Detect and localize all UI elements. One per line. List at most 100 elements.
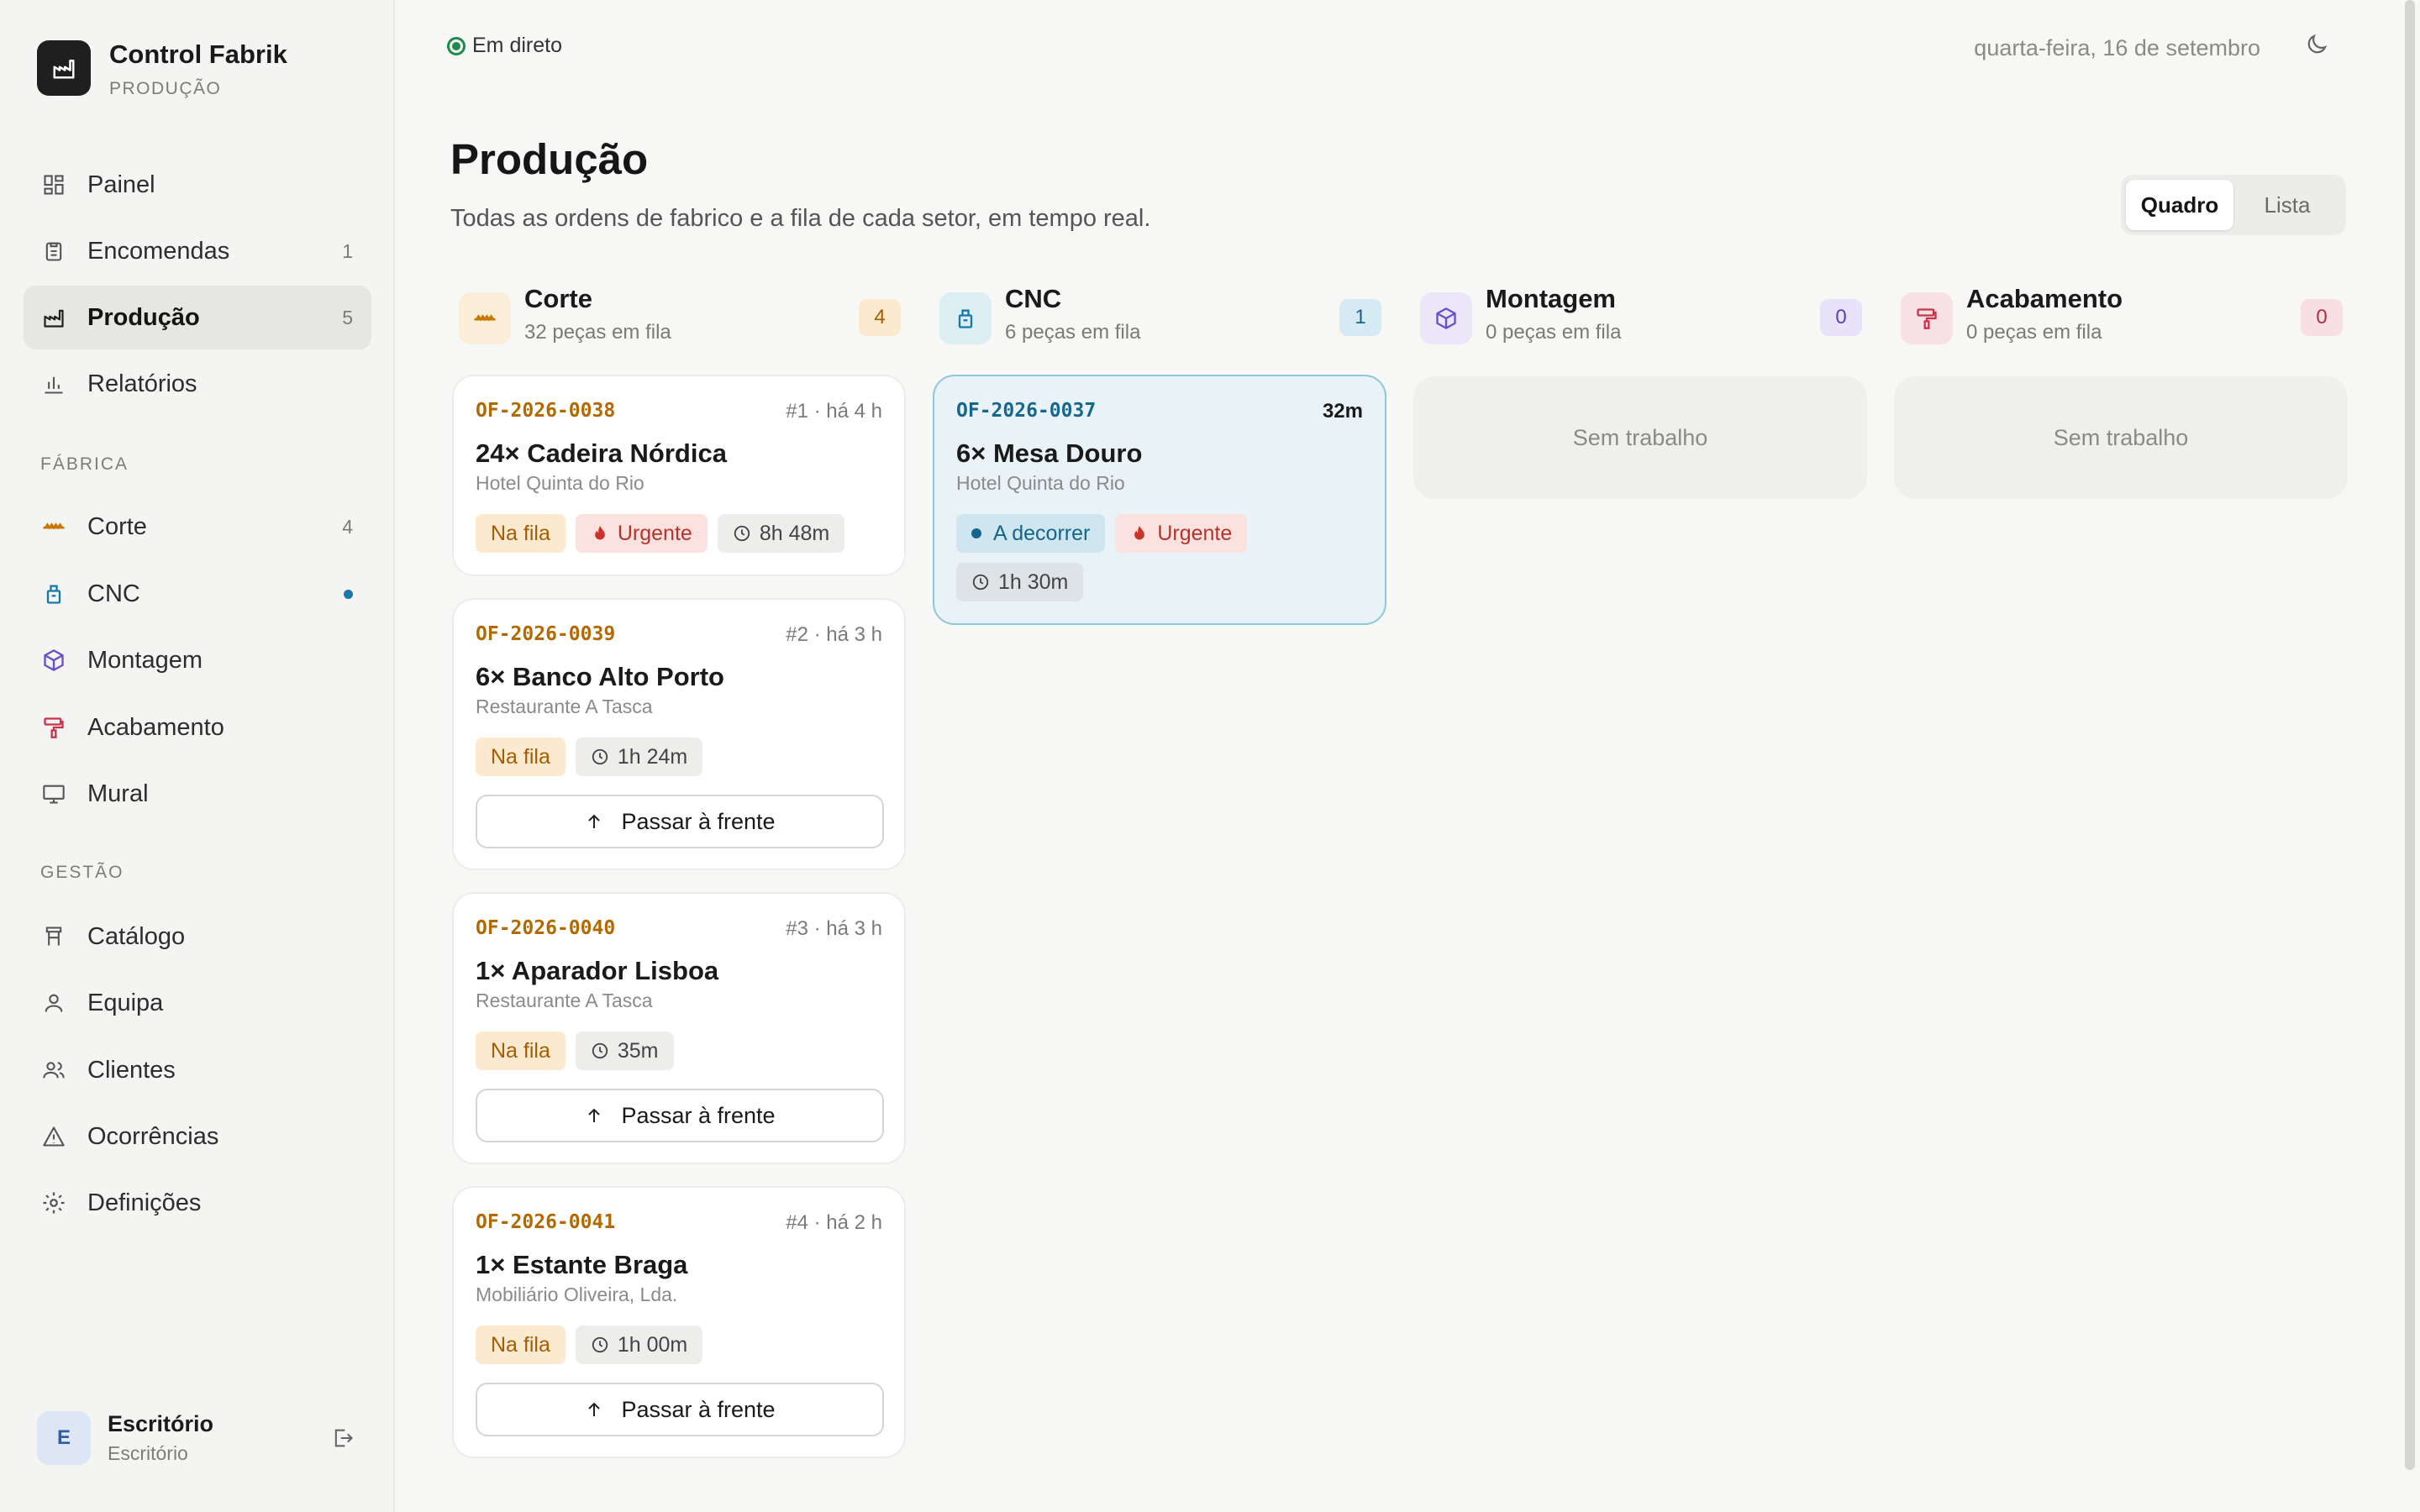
nav-item-equipa[interactable]: Equipa xyxy=(24,971,371,1035)
order-title: 24× Cadeira Nórdica xyxy=(476,438,727,468)
column-subtitle: 0 peças em fila xyxy=(1486,321,1622,344)
view-toggle: Quadro Lista xyxy=(2121,175,2346,235)
section-label-gestao: GESTÃO xyxy=(40,863,124,882)
nav-item-painel[interactable]: Painel xyxy=(24,153,371,217)
logout-icon[interactable] xyxy=(331,1426,356,1452)
nav-item-definicoes[interactable]: Definições xyxy=(24,1171,371,1235)
column-title: Acabamento xyxy=(1966,284,2123,313)
nav-label: Painel xyxy=(87,171,155,198)
nav-item-montagem[interactable]: Montagem xyxy=(24,628,371,692)
nav-count: 4 xyxy=(342,515,353,538)
status-badge: Na fila xyxy=(476,1032,566,1070)
arrow-up-icon xyxy=(584,811,604,832)
move-to-front-button[interactable]: Passar à frente xyxy=(476,1089,884,1142)
order-title: 1× Aparador Lisboa xyxy=(476,956,719,985)
move-to-front-button[interactable]: Passar à frente xyxy=(476,795,884,848)
clipboard-icon xyxy=(40,238,67,265)
app-subtitle: PRODUÇÃO xyxy=(109,79,222,98)
urgent-label: Urgente xyxy=(1157,521,1233,545)
time-label: 1h 00m xyxy=(617,1332,688,1357)
arrow-up-icon xyxy=(584,1399,604,1420)
arrow-up-icon xyxy=(584,1105,604,1126)
avatar: E xyxy=(37,1411,91,1465)
cnc-icon xyxy=(939,292,992,344)
catalog-icon xyxy=(40,923,67,950)
box-icon xyxy=(1420,292,1472,344)
order-meta: #2 · há 3 h xyxy=(786,623,882,646)
nav-item-encomendas[interactable]: Encomendas 1 xyxy=(24,219,371,283)
order-meta: #3 · há 3 h xyxy=(786,917,882,940)
order-card[interactable]: OF-2026-0039 #2 · há 3 h 6× Banco Alto P… xyxy=(452,598,906,870)
column-acabamento: Acabamento 0 peças em fila 0 Sem trabalh… xyxy=(1894,282,2348,499)
status-badge: Na fila xyxy=(476,514,566,553)
column-montagem: Montagem 0 peças em fila 0 Sem trabalho xyxy=(1413,282,1867,499)
app-title: Control Fabrik xyxy=(109,39,287,69)
order-card-running[interactable]: OF-2026-0037 32m 6× Mesa Douro Hotel Qui… xyxy=(933,375,1386,625)
order-tags: A decorrer Urgente 1h 30m xyxy=(956,514,1292,601)
column-title: Montagem xyxy=(1486,284,1616,313)
move-to-front-button[interactable]: Passar à frente xyxy=(476,1383,884,1436)
order-code: OF-2026-0039 xyxy=(476,623,616,645)
saw-icon xyxy=(459,292,511,344)
status-badge: Na fila xyxy=(476,738,566,776)
order-tags: Na fila 1h 00m xyxy=(476,1326,879,1364)
nav-label: Clientes xyxy=(87,1056,176,1084)
active-status-dot xyxy=(344,589,353,599)
nav-label: Ocorrências xyxy=(87,1122,219,1150)
column-header: CNC 6 peças em fila 1 xyxy=(933,282,1386,366)
column-subtitle: 32 peças em fila xyxy=(524,321,671,344)
order-code: OF-2026-0038 xyxy=(476,400,616,422)
nav-item-catalogo[interactable]: Catálogo xyxy=(24,905,371,969)
live-label: Em direto xyxy=(472,34,562,57)
live-indicator: Em direto xyxy=(447,34,562,58)
page-scrollbar[interactable] xyxy=(2405,0,2415,1470)
order-card[interactable]: OF-2026-0041 #4 · há 2 h 1× Estante Brag… xyxy=(452,1186,906,1458)
nav-count: 5 xyxy=(342,306,353,328)
monitor-icon xyxy=(40,780,67,807)
column-corte: Corte 32 peças em fila 4 OF-2026-0038 #1… xyxy=(452,282,906,1458)
order-card[interactable]: OF-2026-0038 #1 · há 4 h 24× Cadeira Nór… xyxy=(452,375,906,576)
cnc-icon xyxy=(40,580,67,607)
nav-label: Catálogo xyxy=(87,922,186,950)
view-list-button[interactable]: Lista xyxy=(2233,180,2341,230)
warning-icon xyxy=(40,1123,67,1150)
time-badge: 1h 00m xyxy=(575,1326,703,1364)
order-client: Restaurante A Tasca xyxy=(476,990,653,1011)
nav-item-producao[interactable]: Produção 5 xyxy=(24,286,371,349)
urgent-label: Urgente xyxy=(617,521,692,545)
dashboard-icon xyxy=(40,171,67,198)
flame-icon xyxy=(591,524,609,543)
nav-item-cnc[interactable]: CNC xyxy=(24,562,371,626)
nav-item-corte[interactable]: Corte 4 xyxy=(24,495,371,559)
move-to-front-label: Passar à frente xyxy=(621,808,776,834)
nav-item-mural[interactable]: Mural xyxy=(24,762,371,826)
brand[interactable]: Control Fabrik PRODUÇÃO xyxy=(37,40,287,99)
order-meta: #1 · há 4 h xyxy=(786,400,882,423)
clock-icon xyxy=(733,524,751,543)
live-dot-icon xyxy=(447,36,466,55)
order-title: 1× Estante Braga xyxy=(476,1250,688,1279)
order-client: Hotel Quinta do Rio xyxy=(476,472,644,494)
nav-label: Montagem xyxy=(87,646,203,674)
view-board-button[interactable]: Quadro xyxy=(2126,180,2233,230)
nav-item-acabamento[interactable]: Acabamento xyxy=(24,696,371,759)
user-role: Escritório xyxy=(108,1442,188,1464)
user-icon xyxy=(40,990,67,1016)
order-tags: Na fila 35m xyxy=(476,1032,879,1070)
nav-item-ocorrencias[interactable]: Ocorrências xyxy=(24,1105,371,1168)
sidebar: Control Fabrik PRODUÇÃO Painel Encomenda… xyxy=(0,0,395,1512)
nav-item-clientes[interactable]: Clientes xyxy=(24,1038,371,1102)
dark-mode-toggle-icon[interactable] xyxy=(2304,32,2333,60)
nav-item-relatorios[interactable]: Relatórios xyxy=(24,352,371,416)
move-to-front-label: Passar à frente xyxy=(621,1396,776,1422)
nav-label: Corte xyxy=(87,512,147,540)
section-label-fabrica: FÁBRICA xyxy=(40,454,129,474)
urgent-badge: Urgente xyxy=(575,514,708,553)
nav-label: CNC xyxy=(87,580,140,607)
order-card[interactable]: OF-2026-0040 #3 · há 3 h 1× Aparador Lis… xyxy=(452,892,906,1164)
gear-icon xyxy=(40,1189,67,1216)
column-header: Corte 32 peças em fila 4 xyxy=(452,282,906,366)
order-code: OF-2026-0041 xyxy=(476,1211,616,1233)
user-profile[interactable]: E Escritório Escritório xyxy=(37,1411,356,1465)
empty-state: Sem trabalho xyxy=(1894,376,2348,499)
